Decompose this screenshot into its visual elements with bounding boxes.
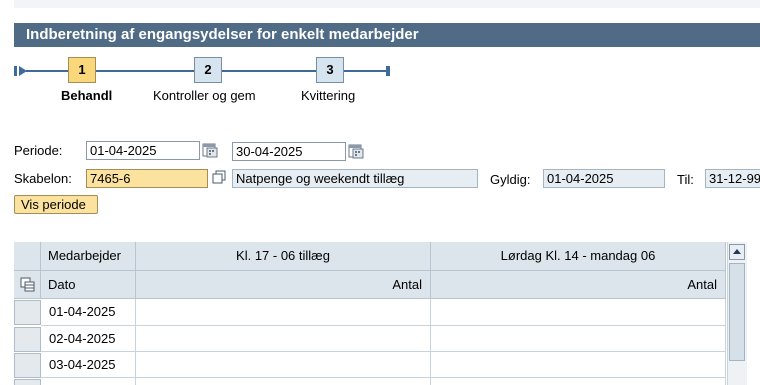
table-cell-date: 01-04-2025: [41, 299, 136, 326]
roadmap-step-1[interactable]: 1: [68, 57, 96, 83]
table-cell-antal-1[interactable]: [136, 326, 431, 352]
table-cell-date: [41, 378, 136, 385]
table-settings-cell[interactable]: [14, 271, 41, 299]
table-cell-antal-1[interactable]: [136, 299, 431, 326]
column-header-lordag[interactable]: Lørdag Kl. 14 - mandag 06: [431, 242, 726, 271]
vis-periode-button[interactable]: Vis periode: [14, 195, 98, 214]
roadmap-step-2[interactable]: 2: [194, 57, 222, 83]
roadmap-line: [222, 70, 316, 72]
table-cell-date: 02-04-2025: [41, 326, 136, 352]
table-cell-date: 03-04-2025: [41, 352, 136, 378]
roadmap-step-3-label: Kvittering: [301, 88, 356, 103]
gyldig-label: Gyldig:: [490, 172, 531, 187]
table-cell-antal-1[interactable]: [136, 378, 431, 385]
page-title: Indberetning af engangsydelser for enkel…: [14, 23, 760, 47]
table-cell-antal-2[interactable]: [431, 299, 726, 326]
roadmap-start-icon: [14, 66, 32, 76]
column-header-kl17-06[interactable]: Kl. 17 - 06 tillæg: [136, 242, 431, 271]
skabelon-description: Natpenge og weekendt tillæg: [232, 169, 478, 188]
scroll-up-icon: [733, 249, 741, 254]
periode-to-input[interactable]: 30-04-2025: [232, 142, 346, 161]
table-cell-antal-2[interactable]: [431, 352, 726, 378]
column-header-dato: Dato: [41, 271, 136, 299]
roadmap-end-icon: [372, 66, 390, 76]
table-cell-antal-2[interactable]: [431, 326, 726, 352]
scrollbar-thumb[interactable]: [729, 263, 745, 361]
column-header-antal-1: Antal: [136, 271, 431, 299]
roadmap-step-3[interactable]: 3: [316, 57, 344, 83]
scroll-up-button[interactable]: [729, 244, 745, 260]
top-strip: [14, 0, 760, 8]
copy-icon[interactable]: [212, 170, 226, 184]
roadmap-step-2-label: Kontroller og gem: [153, 88, 256, 103]
table-corner-cell: [14, 242, 41, 271]
column-header-medarbejder: Medarbejder: [41, 242, 136, 271]
column-header-antal-2: Antal: [431, 271, 726, 299]
roadmap-line: [32, 70, 68, 72]
til-label: Til:: [677, 172, 694, 187]
table-cell-antal-1[interactable]: [136, 352, 431, 378]
row-selector[interactable]: [14, 327, 41, 352]
periode-label: Periode:: [14, 143, 63, 158]
til-field: 31-12-9999: [705, 169, 760, 188]
calendar-icon[interactable]: [348, 143, 364, 159]
skabelon-input[interactable]: 7465-6: [86, 169, 208, 188]
vertical-scrollbar[interactable]: [727, 242, 747, 385]
row-selector[interactable]: [14, 379, 41, 385]
table-settings-icon[interactable]: [20, 277, 35, 292]
roadmap-step-1-label: Behandl: [61, 88, 113, 103]
roadmap-line: [96, 70, 194, 72]
table-cell-antal-2[interactable]: [431, 378, 726, 385]
row-selector[interactable]: [14, 300, 41, 325]
skabelon-label: Skabelon:: [14, 171, 72, 186]
gyldig-field: 01-04-2025: [543, 169, 665, 188]
data-table: Medarbejder Kl. 17 - 06 tillæg Lørdag Kl…: [14, 242, 726, 385]
calendar-icon[interactable]: [202, 142, 218, 158]
row-selector[interactable]: [14, 353, 41, 378]
periode-from-input[interactable]: 01-04-2025: [86, 141, 200, 160]
